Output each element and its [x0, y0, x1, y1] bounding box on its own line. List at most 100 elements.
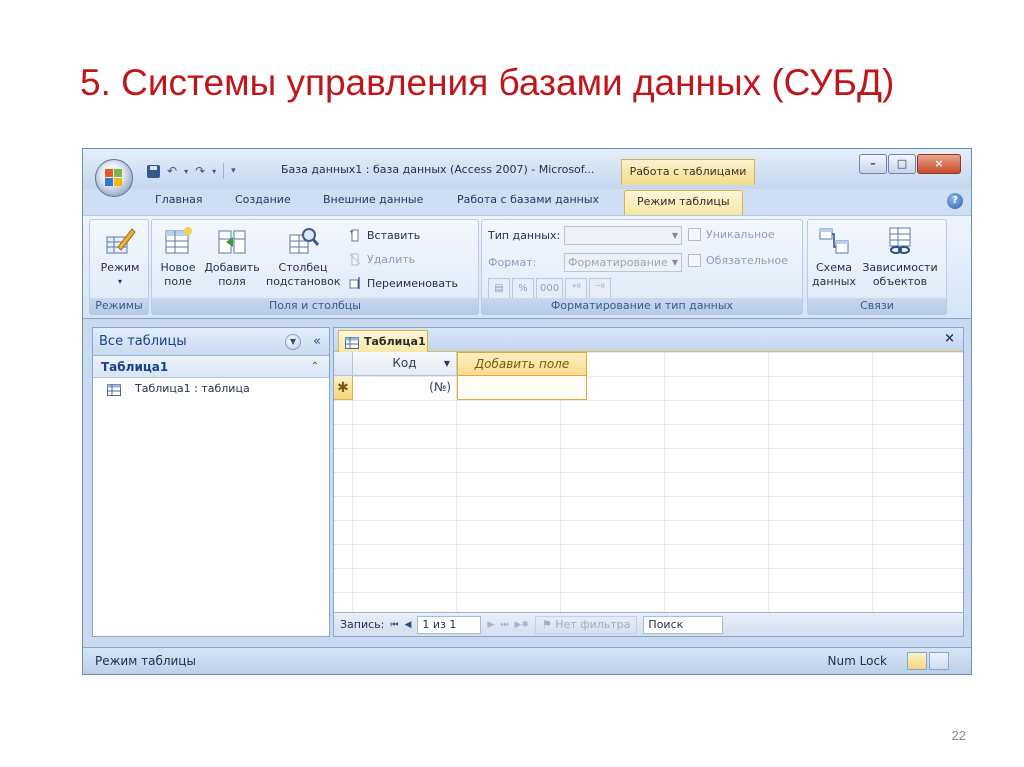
tab-create[interactable]: Создание [235, 193, 291, 206]
data-type-dropdown-icon: ▼ [671, 231, 678, 240]
required-checkbox[interactable]: Обязательное [688, 254, 788, 267]
first-record-icon[interactable]: ⏮ [390, 620, 398, 630]
relationships-label-2: данных [812, 275, 856, 288]
last-record-icon[interactable]: ⏭ [500, 620, 508, 630]
group-views: Режим ▾ Режимы [89, 219, 149, 315]
add-fields-button[interactable]: Добавить поля [202, 225, 262, 289]
currency-format-button[interactable]: ▤ [488, 278, 510, 299]
group-fields-columns: Новое поле Добавить поля Столбец подстан… [151, 219, 479, 315]
undo-icon[interactable]: ↶ [167, 164, 177, 178]
group-views-label: Режимы [90, 298, 148, 314]
customize-qat-icon[interactable]: ▾ [231, 166, 236, 176]
tab-database-tools[interactable]: Работа с базами данных [457, 193, 599, 206]
undo-dropdown-icon[interactable]: ▾ [184, 167, 188, 176]
datasheet-document: Таблица1 × Код ▼ Добавить поле ✱ (№) Зап… [333, 327, 964, 637]
unique-checkbox[interactable]: Уникальное [688, 228, 775, 241]
datasheet-view-button[interactable] [907, 652, 927, 670]
delete-column-button[interactable]: Удалить [348, 252, 415, 266]
lookup-column-label-2: подстановок [266, 275, 341, 288]
select-all-corner[interactable] [334, 352, 353, 376]
object-dependencies-button[interactable]: Зависимости объектов [858, 225, 942, 289]
column-header-add-field-label: Добавить поле [474, 357, 570, 371]
column-header-id-label: Код [392, 356, 417, 370]
data-type-combo[interactable]: ▼ [564, 226, 682, 245]
context-tab-table-tools: Работа с таблицами [621, 159, 755, 185]
delete-column-label: Удалить [367, 252, 416, 266]
nav-group-table1[interactable]: Таблица1 ⌃ [93, 356, 329, 378]
thousands-format-button[interactable]: 000 [536, 278, 564, 299]
group-format-label: Форматирование и тип данных [482, 298, 802, 314]
nav-pane-title: Все таблицы [99, 334, 187, 349]
object-dependencies-label-2: объектов [872, 275, 928, 288]
rename-column-icon [348, 276, 362, 290]
tab-external-data[interactable]: Внешние данные [323, 193, 423, 206]
nav-group-label: Таблица1 [101, 360, 169, 374]
relationships-label-1: Схема [816, 261, 852, 274]
format-label: Формат: [488, 256, 537, 269]
tab-datasheet[interactable]: Режим таблицы [624, 190, 743, 215]
required-checkbox-box [688, 254, 701, 267]
column-sort-dropdown-icon[interactable]: ▼ [444, 352, 450, 375]
help-icon[interactable]: ? [947, 193, 963, 209]
record-navigator: Запись: ⏮ ◀ 1 из 1 ▶ ⏭ ▶✱ ⚑ Нет фильтра … [334, 612, 963, 636]
add-fields-label-2: поля [218, 275, 246, 288]
rename-column-button[interactable]: Переименовать [348, 276, 458, 290]
close-document-icon[interactable]: × [944, 331, 955, 346]
record-position-field[interactable]: 1 из 1 [417, 615, 482, 634]
format-dropdown-icon: ▼ [671, 258, 678, 267]
next-record-icon[interactable]: ▶ [487, 620, 494, 630]
cell-add-field-new[interactable] [457, 376, 587, 400]
new-field-label-2: поле [164, 275, 192, 288]
minimize-button[interactable]: – [859, 154, 887, 174]
rename-column-label: Переименовать [367, 276, 459, 290]
view-mode-button[interactable]: Режим ▾ [96, 225, 144, 289]
format-combo[interactable]: Форматирование ▼ [564, 253, 682, 272]
decrease-decimals-button[interactable]: ⁻⁰ [589, 278, 612, 299]
quick-access-toolbar: ↶ ▾ ↷ ▾ ▾ [147, 161, 236, 181]
new-field-button[interactable]: Новое поле [158, 225, 198, 289]
previous-record-icon[interactable]: ◀ [404, 620, 411, 630]
nav-pane-menu-icon[interactable]: ▼ [285, 334, 301, 350]
window-controls: – □ × [859, 154, 961, 174]
format-value: Форматирование [568, 256, 668, 269]
insert-column-icon: + [348, 228, 362, 242]
filter-label: Нет фильтра [555, 617, 631, 631]
tab-home[interactable]: Главная [155, 193, 203, 206]
view-switcher [907, 652, 949, 670]
ribbon-tabs: Главная Создание Внешние данные Работа с… [83, 189, 971, 215]
cell-id-new[interactable]: (№) [353, 376, 457, 400]
table-icon [107, 382, 121, 396]
status-bar: Режим таблицы Num Lock [83, 647, 971, 674]
office-button[interactable] [95, 159, 133, 197]
slide-number: 22 [951, 728, 966, 743]
maximize-button[interactable]: □ [888, 154, 916, 174]
filter-indicator[interactable]: ⚑ Нет фильтра [534, 615, 638, 634]
office-logo-icon [105, 169, 123, 187]
save-icon[interactable] [147, 164, 160, 178]
column-header-id[interactable]: Код ▼ [353, 352, 457, 376]
document-tab-table1[interactable]: Таблица1 [338, 330, 428, 352]
new-record-icon[interactable]: ▶✱ [514, 620, 528, 630]
nav-pane-header[interactable]: Все таблицы ▼ « [93, 328, 329, 356]
close-button[interactable]: × [917, 154, 961, 174]
redo-icon[interactable]: ↷ [195, 164, 205, 178]
increase-decimals-button[interactable]: ⁺⁰ [565, 278, 588, 299]
nav-item-table1[interactable]: Таблица1 : таблица [93, 378, 329, 400]
percent-format-button[interactable]: % [512, 278, 534, 299]
relationships-button[interactable]: Схема данных [812, 225, 856, 289]
lookup-column-button[interactable]: Столбец подстановок [266, 225, 341, 289]
lookup-column-icon [287, 225, 320, 257]
datasheet-grid[interactable]: Код ▼ Добавить поле ✱ (№) [334, 352, 963, 614]
new-field-icon [162, 225, 194, 257]
insert-column-button[interactable]: + Вставить [348, 228, 420, 242]
qat-separator [223, 163, 225, 179]
design-view-button[interactable] [929, 652, 949, 670]
redo-dropdown-icon[interactable]: ▾ [212, 167, 216, 176]
data-type-label: Тип данных: [488, 229, 561, 242]
unique-checkbox-label: Уникальное [706, 228, 775, 241]
nav-group-collapse-icon[interactable]: ⌃ [311, 356, 319, 378]
column-header-add-field[interactable]: Добавить поле [457, 352, 587, 376]
new-record-selector[interactable]: ✱ [334, 376, 353, 400]
nav-pane-collapse-icon[interactable]: « [313, 328, 321, 356]
search-input[interactable]: Поиск [643, 615, 724, 634]
